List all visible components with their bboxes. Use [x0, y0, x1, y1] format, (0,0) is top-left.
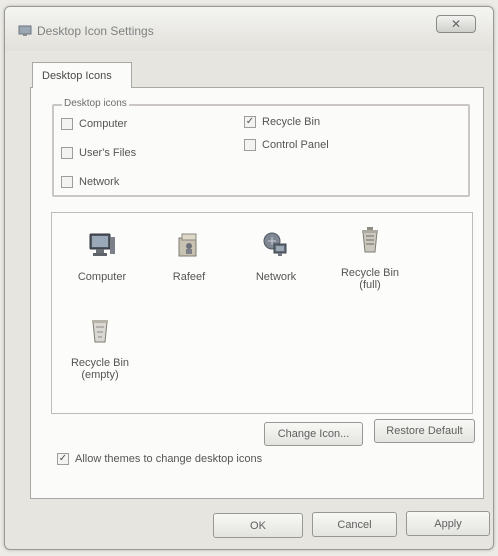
computer-icon	[89, 233, 115, 256]
checkbox-users-files[interactable]: User's Files	[61, 147, 136, 159]
change-icon-button[interactable]: Change Icon...	[264, 422, 363, 446]
checkbox-control-panel[interactable]: Control Panel	[244, 139, 329, 151]
apply-button[interactable]: Apply	[406, 511, 490, 536]
dialog-window: Desktop Icon Settings ✕ Desktop Icons De…	[4, 6, 494, 550]
network-icon	[263, 232, 287, 256]
checkbox-square[interactable]	[61, 118, 73, 130]
restore-default-button[interactable]: Restore Default	[374, 419, 475, 443]
recycle-bin-empty-icon	[92, 320, 108, 343]
cancel-button[interactable]: Cancel	[312, 512, 397, 537]
window-title: Desktop Icon Settings	[37, 24, 154, 38]
close-button[interactable]: ✕	[436, 15, 476, 33]
groupbox-label: Desktop icons	[62, 98, 129, 109]
icon-label: Recycle Bin (empty)	[70, 357, 130, 381]
icon-item-computer[interactable]: Computer	[62, 229, 142, 283]
checkbox-label: Network	[79, 176, 120, 188]
desktop-settings-icon	[18, 25, 32, 36]
close-icon: ✕	[450, 17, 462, 31]
tab-panel: Desktop icons Computer User's Files Netw…	[30, 87, 484, 499]
user-folder-icon	[178, 233, 197, 257]
checkbox-label: User's Files	[79, 147, 137, 159]
checkmark-icon: ✓	[58, 453, 68, 464]
icon-item-network[interactable]: Network	[236, 229, 316, 283]
icon-label: Rafeef	[172, 271, 206, 283]
checkbox-label: Allow themes to change desktop icons	[75, 453, 263, 465]
icon-label: Network	[255, 271, 297, 283]
desktop-icons-groupbox: Desktop icons Computer User's Files Netw…	[52, 98, 470, 197]
icon-label: Computer	[77, 271, 127, 283]
checkbox-label: Computer	[79, 118, 128, 130]
icon-item-recycle-bin-full[interactable]: Recycle Bin (full)	[330, 225, 410, 291]
icon-item-recycle-bin-empty[interactable]: Recycle Bin (empty)	[60, 315, 140, 381]
icon-item-rafeef[interactable]: Rafeef	[149, 229, 229, 283]
checkbox-label: Recycle Bin	[262, 116, 321, 128]
title-bar[interactable]: Desktop Icon Settings ✕	[5, 7, 493, 51]
checkbox-square[interactable]	[244, 139, 256, 151]
checkbox-label: Control Panel	[262, 139, 329, 151]
checkbox-square[interactable]	[61, 147, 73, 159]
checkbox-network[interactable]: Network	[61, 176, 119, 188]
tab-desktop-icons[interactable]: Desktop Icons	[32, 62, 132, 88]
icon-label: Recycle Bin (full)	[340, 267, 400, 291]
checkbox-allow-themes[interactable]: ✓ Allow themes to change desktop icons	[57, 453, 262, 465]
checkbox-computer[interactable]: Computer	[61, 118, 127, 130]
checkbox-recycle-bin[interactable]: ✓ Recycle Bin	[244, 116, 320, 128]
checkbox-square[interactable]	[61, 176, 73, 188]
recycle-bin-full-icon	[362, 227, 378, 253]
checkbox-square[interactable]: ✓	[57, 453, 69, 465]
ok-button[interactable]: OK	[213, 513, 303, 538]
checkbox-square[interactable]: ✓	[244, 116, 256, 128]
desktop-icons-list: Computer Rafeef Network Recycle Bin (ful…	[51, 212, 473, 414]
checkmark-icon: ✓	[245, 116, 255, 127]
